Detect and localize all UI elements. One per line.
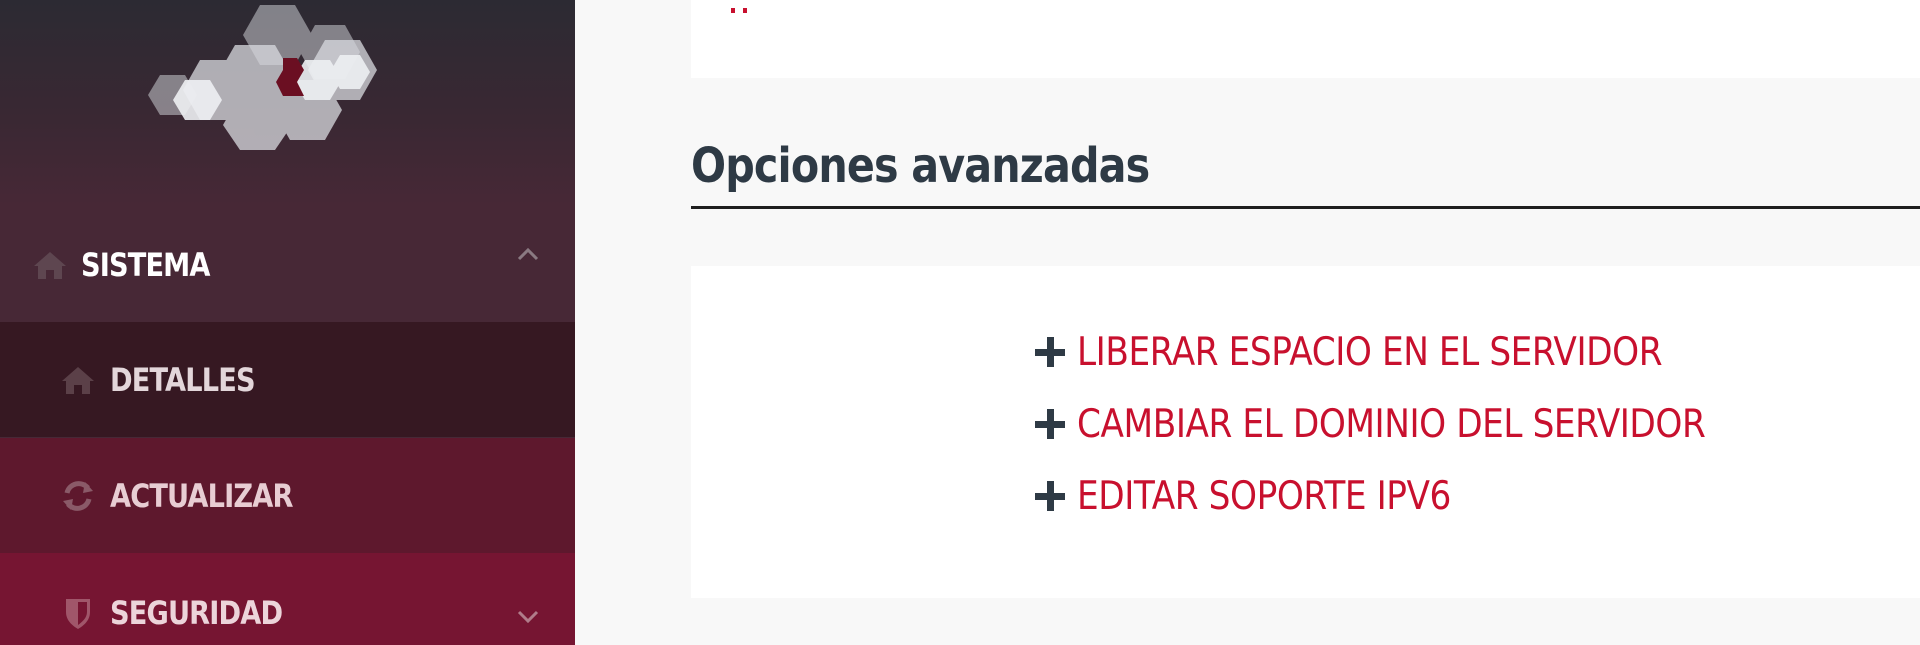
cropped-red-text [731,0,761,13]
home-icon [60,362,96,398]
plus-icon [1035,336,1067,369]
sidebar-item-label: DETALLES [110,360,256,399]
home-icon [32,247,68,283]
option-label: EDITAR SOPORTE IPV6 [1077,474,1451,519]
hexagon-cloud-logo [148,5,377,150]
main-content: Opciones avanzadas LIBERAR ESPACIO EN EL… [575,0,1920,645]
refresh-icon [60,478,96,514]
section-divider [691,206,1920,209]
chevron-down-icon[interactable] [517,610,539,629]
previous-card [691,0,1920,78]
option-label: CAMBIAR EL DOMINIO DEL SERVIDOR [1077,402,1706,447]
option-free-space[interactable]: LIBERAR ESPACIO EN EL SERVIDOR [1035,330,1742,375]
section-title: Opciones avanzadas [691,138,1150,194]
sidebar-item-label: SISTEMA [81,245,210,284]
sidebar-item-detalles[interactable]: DETALLES [0,322,575,437]
sidebar-item-label: ACTUALIZAR [110,476,293,515]
advanced-options-card: LIBERAR ESPACIO EN EL SERVIDOR CAMBIAR E… [691,266,1920,598]
plus-icon [1035,408,1067,441]
option-change-domain[interactable]: CAMBIAR EL DOMINIO DEL SERVIDOR [1035,402,1791,447]
option-edit-ipv6[interactable]: EDITAR SOPORTE IPV6 [1035,474,1502,519]
chevron-up-icon[interactable] [517,247,539,266]
shield-icon [60,595,96,631]
sidebar-item-label: SEGURIDAD [110,594,283,632]
option-label: LIBERAR ESPACIO EN EL SERVIDOR [1077,330,1663,375]
sidebar-item-actualizar[interactable]: ACTUALIZAR [0,438,575,553]
plus-icon [1035,480,1067,513]
sidebar-item-sistema[interactable]: SISTEMA [0,207,575,322]
sidebar: SISTEMA DETALLES ACTUALIZAR SEGURIDAD [0,0,575,645]
sidebar-item-seguridad[interactable]: SEGURIDAD [0,553,575,645]
